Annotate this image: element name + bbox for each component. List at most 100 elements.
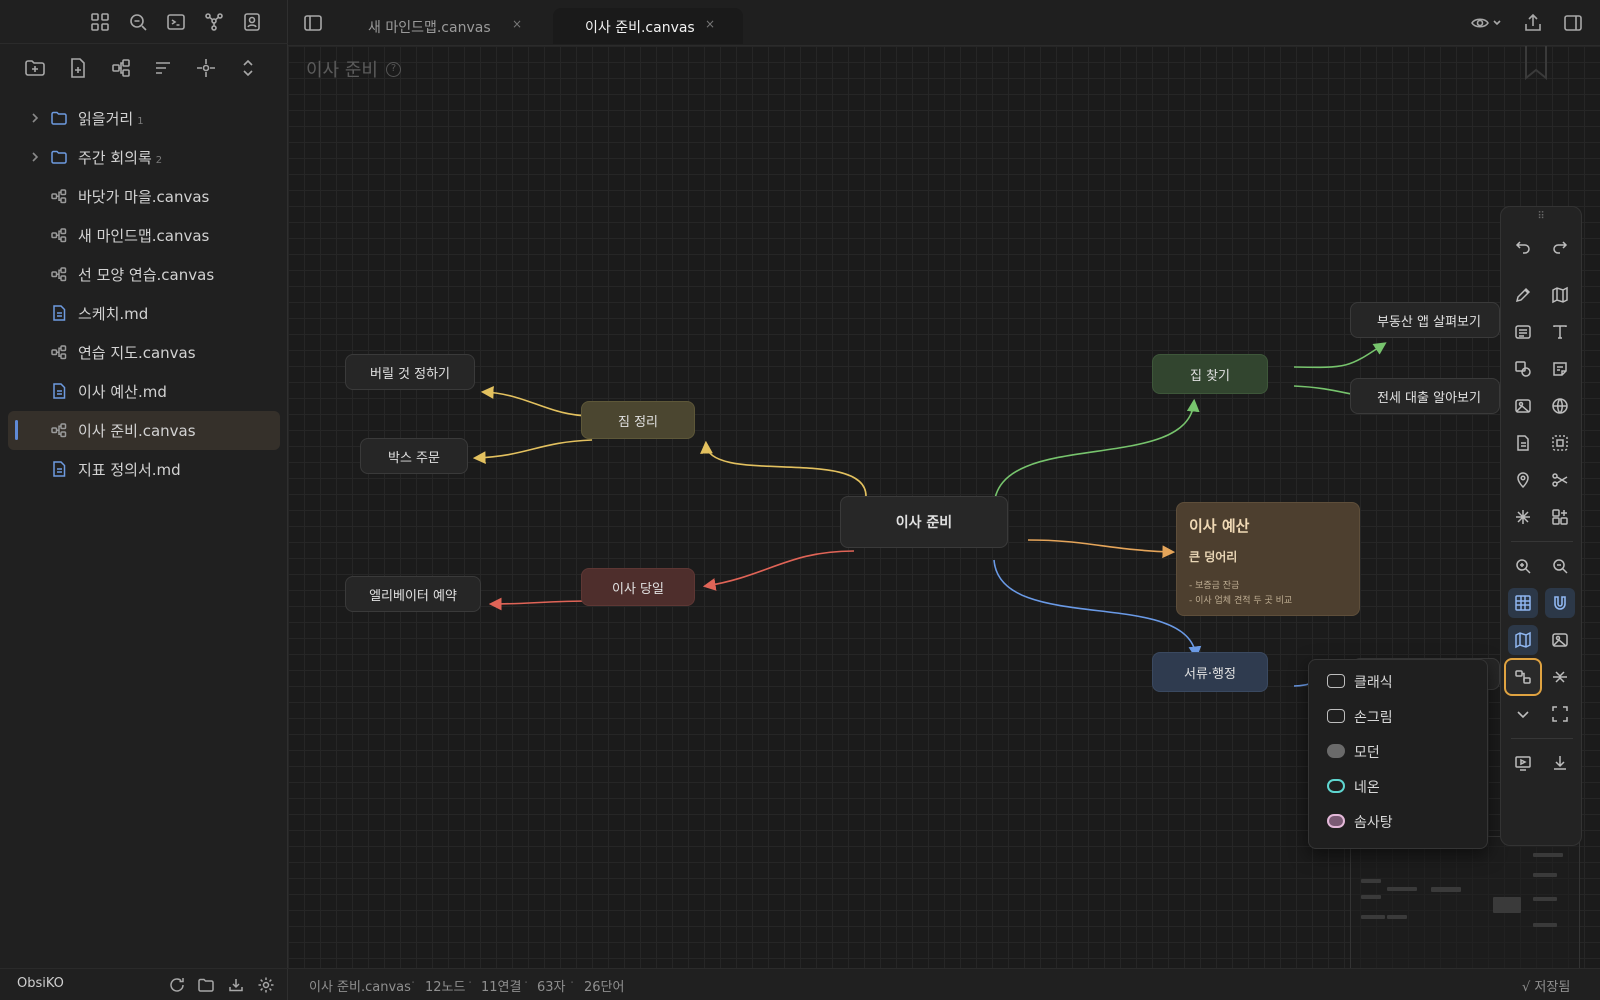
edge-center-to-moving-day[interactable] xyxy=(702,550,855,591)
sidebar-item-file[interactable]: 스케치.md xyxy=(8,294,280,333)
edge-style-button[interactable] xyxy=(1504,658,1542,696)
new-folder-icon[interactable] xyxy=(23,56,47,80)
node-house[interactable]: 집 찾기 xyxy=(1152,354,1268,394)
edge-center-to-house[interactable] xyxy=(993,398,1200,509)
text-icon[interactable] xyxy=(1545,317,1575,347)
node-discard[interactable]: 버릴 것 정하기 xyxy=(345,354,475,390)
sort-icon[interactable] xyxy=(151,56,175,80)
sidebar-item-file[interactable]: 지표 정의서.md xyxy=(8,450,280,489)
background-image-icon[interactable] xyxy=(1545,625,1575,655)
sidebar-item-file[interactable]: 이사 예산.md xyxy=(8,372,280,411)
chevron-right-icon[interactable] xyxy=(28,111,42,125)
markdown-file-icon xyxy=(50,460,68,478)
canvas-area[interactable]: 이사 준비 ? 이사 준비 짐 정리 버릴 것 정하기 박스 주문 이사 당일 … xyxy=(288,46,1600,968)
chevron-right-icon[interactable] xyxy=(28,150,42,164)
collapse-arrows-icon[interactable] xyxy=(1545,662,1575,692)
undo-icon[interactable] xyxy=(1508,231,1538,261)
style-option-classic[interactable]: 클래식 xyxy=(1309,664,1489,699)
tab-new-mindmap[interactable]: 새 마인드맵.canvas × xyxy=(356,8,546,44)
shapes-icon[interactable] xyxy=(1508,354,1538,384)
text-card-icon[interactable] xyxy=(1508,317,1538,347)
node-pack[interactable]: 짐 정리 xyxy=(581,401,695,439)
search-icon[interactable] xyxy=(126,10,150,34)
edge-moving-day-to-elevator[interactable] xyxy=(488,597,593,611)
node-center[interactable]: 이사 준비 xyxy=(840,496,1008,548)
edge-pack-to-box[interactable] xyxy=(472,439,593,465)
edge-center-to-budget[interactable] xyxy=(1027,539,1176,559)
globe-icon[interactable] xyxy=(1545,391,1575,421)
sidebar-item-file[interactable]: 새 마인드맵.canvas xyxy=(8,216,280,255)
node-moving-day[interactable]: 이사 당일 xyxy=(581,568,695,606)
dashboard-icon[interactable] xyxy=(88,10,112,34)
tab-close-button[interactable]: × xyxy=(705,17,715,31)
edge-house-to-app[interactable] xyxy=(1293,342,1387,369)
minimap[interactable] xyxy=(1350,836,1580,968)
style-option-cotton-candy[interactable]: 솜사탕 xyxy=(1309,804,1489,839)
node-box-order[interactable]: 박스 주문 xyxy=(360,438,468,474)
edge-center-to-pack[interactable] xyxy=(700,440,867,497)
sidebar-item-file[interactable]: 연습 지도.canvas xyxy=(8,333,280,372)
refresh-icon[interactable] xyxy=(167,975,187,995)
sidebar-item-folder-reading[interactable]: 읽을거리 1 xyxy=(8,99,280,138)
share-icon[interactable] xyxy=(1521,11,1545,35)
zoom-out-icon[interactable] xyxy=(1545,551,1575,581)
node-realestate-app[interactable]: 부동산 앱 살펴보기 xyxy=(1350,302,1500,338)
terminal-icon[interactable] xyxy=(164,10,188,34)
location-pin-icon[interactable] xyxy=(1508,465,1538,495)
sidebar-item-file[interactable]: 바닷가 마을.canvas xyxy=(8,177,280,216)
tab-close-button[interactable]: × xyxy=(512,17,522,31)
node-loan[interactable]: 전세 대출 알아보기 xyxy=(1350,378,1500,414)
canvas-file-icon xyxy=(50,421,68,439)
reveal-active-file-icon[interactable] xyxy=(194,56,218,80)
add-widget-icon[interactable] xyxy=(1545,502,1575,532)
grid-toggle-icon[interactable] xyxy=(1508,588,1538,618)
fullscreen-icon[interactable] xyxy=(1545,699,1575,729)
style-option-label: 네온 xyxy=(1354,780,1380,796)
style-option-handdrawn[interactable]: 손그림 xyxy=(1309,699,1489,734)
drag-handle-icon[interactable]: ⠿ xyxy=(1501,211,1581,222)
node-budget-card[interactable]: 이사 예산 큰 덩어리 - 보증금 잔금 - 이사 업체 견적 두 곳 비교 xyxy=(1176,502,1360,616)
connect-icon[interactable] xyxy=(1545,465,1575,495)
pencil-icon[interactable] xyxy=(1508,280,1538,310)
new-canvas-icon[interactable] xyxy=(109,56,133,80)
toggle-right-sidebar-icon[interactable] xyxy=(1561,11,1585,35)
sparkle-icon[interactable] xyxy=(1508,502,1538,532)
image-icon[interactable] xyxy=(1508,391,1538,421)
vault-name[interactable]: ObsiKO xyxy=(17,976,64,991)
edge-pack-to-discard[interactable] xyxy=(480,386,593,417)
minimap-toggle-icon[interactable] xyxy=(1508,625,1538,655)
sidebar-item-file[interactable]: 선 모양 연습.canvas xyxy=(8,255,280,294)
tab-moving-prep[interactable]: 이사 준비.canvas × xyxy=(553,8,743,44)
item-count: 1 xyxy=(137,116,144,127)
sidebar-item-file-active[interactable]: 이사 준비.canvas xyxy=(8,411,280,450)
snap-magnet-icon[interactable] xyxy=(1545,588,1575,618)
collapse-all-icon[interactable] xyxy=(236,56,260,80)
view-mode-eye-icon[interactable] xyxy=(1470,11,1506,35)
sidebar-item-folder-weekly-meetings[interactable]: 주간 회의록 2 xyxy=(8,138,280,177)
node-docs[interactable]: 서류·행정 xyxy=(1152,652,1268,692)
download-icon[interactable] xyxy=(226,975,246,995)
toggle-sidebar-icon[interactable] xyxy=(301,11,325,35)
canvas-tool-panel: ⠿ xyxy=(1500,206,1582,846)
style-swatch-handdrawn xyxy=(1327,709,1345,723)
style-option-modern[interactable]: 모던 xyxy=(1309,734,1489,769)
file-icon[interactable] xyxy=(1508,428,1538,458)
tab-label: 이사 준비.canvas xyxy=(585,20,695,36)
export-download-icon[interactable] xyxy=(1545,748,1575,778)
zoom-in-icon[interactable] xyxy=(1508,551,1538,581)
settings-gear-icon[interactable] xyxy=(256,975,276,995)
style-swatch-cotton-candy xyxy=(1327,814,1345,828)
presentation-icon[interactable] xyxy=(1508,748,1538,778)
style-option-neon[interactable]: 네온 xyxy=(1309,769,1489,804)
redo-icon[interactable] xyxy=(1545,231,1575,261)
folder-icon[interactable] xyxy=(196,975,216,995)
chevron-down-icon[interactable] xyxy=(1508,699,1538,729)
sticky-note-icon[interactable] xyxy=(1545,354,1575,384)
group-select-icon[interactable] xyxy=(1545,428,1575,458)
contact-icon[interactable] xyxy=(240,10,264,34)
new-note-icon[interactable] xyxy=(66,56,90,80)
map-icon[interactable] xyxy=(1545,280,1575,310)
graph-icon[interactable] xyxy=(202,10,226,34)
node-elevator[interactable]: 엘리베이터 예약 xyxy=(345,576,481,612)
edge-center-to-docs[interactable] xyxy=(993,559,1202,660)
